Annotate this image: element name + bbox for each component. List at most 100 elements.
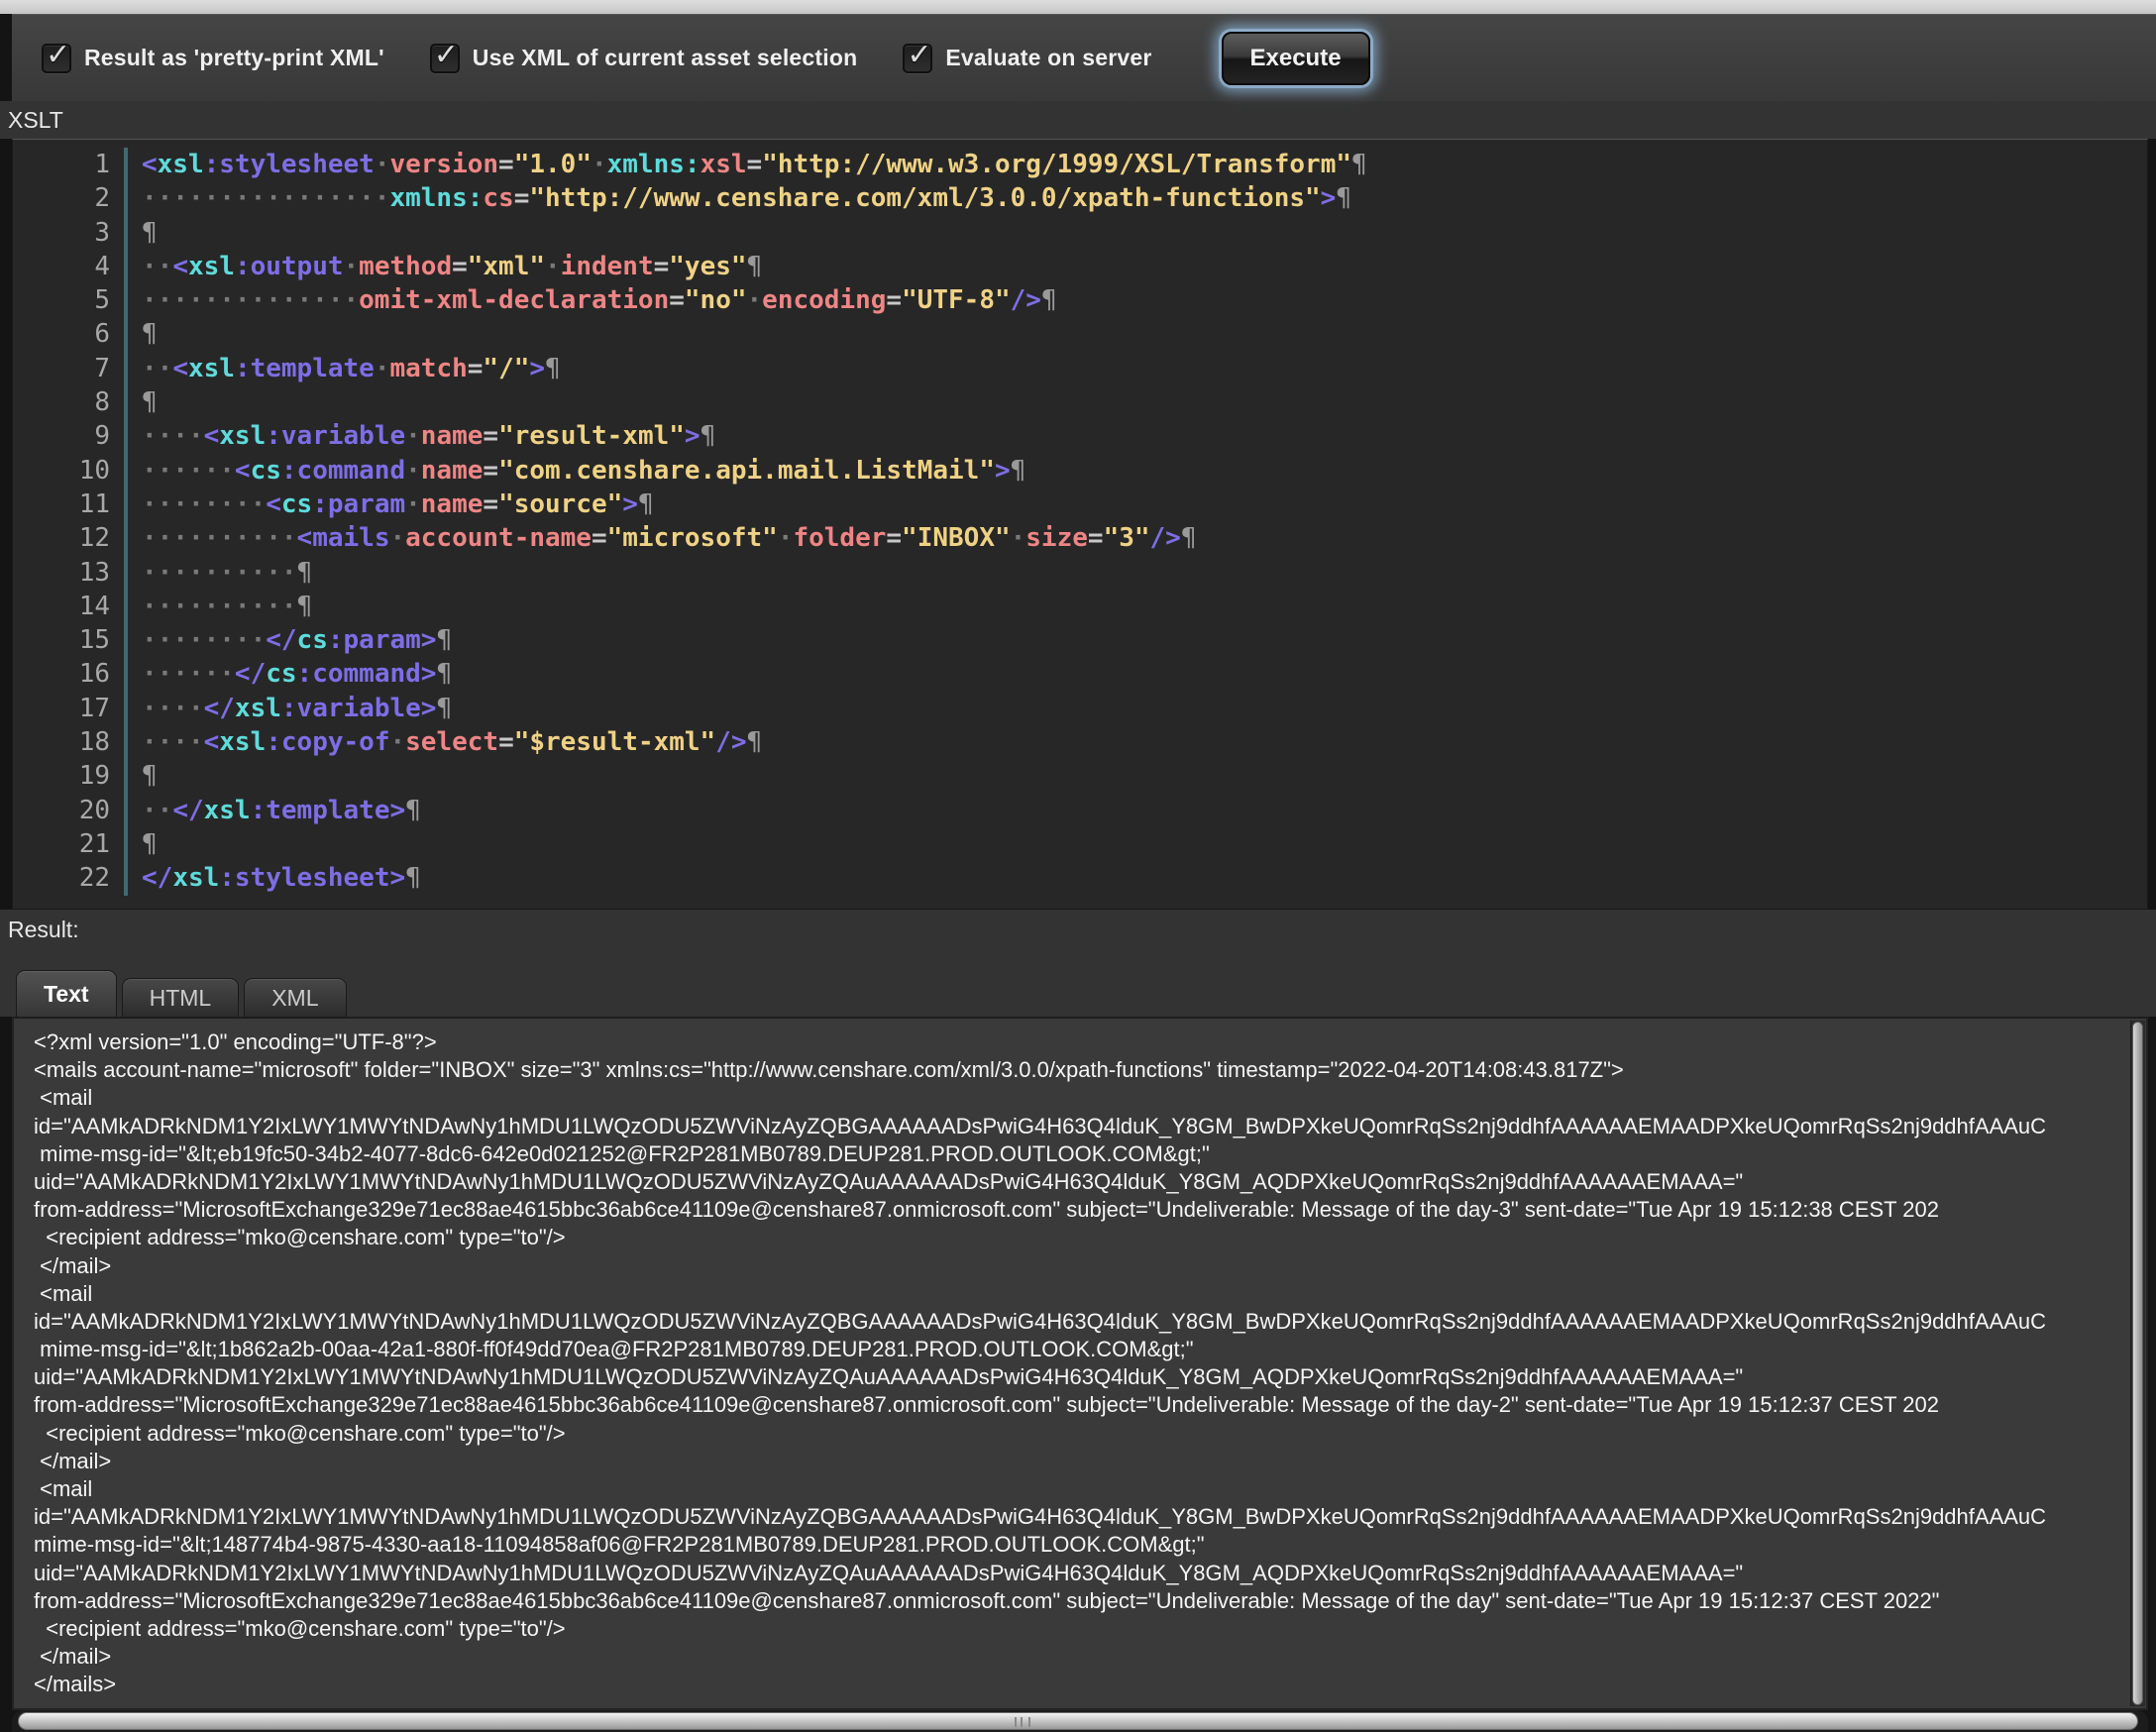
code-line: 16······</cs:command>¶ <box>13 657 2147 691</box>
vertical-scrollbar-thumb[interactable] <box>2132 1022 2143 1705</box>
code-line: 9····<xsl:variable·name="result-xml">¶ <box>13 419 2147 453</box>
line-number: 19 <box>13 759 128 793</box>
checkbox-label: Evaluate on server <box>945 45 1151 71</box>
code-line: 1<xsl:stylesheet·version="1.0"·xmlns:xsl… <box>13 148 2147 181</box>
result-line: <mail <box>34 1280 2146 1308</box>
code-content: ····<xsl:variable·name="result-xml">¶ <box>128 419 715 453</box>
result-label: Result: <box>0 917 79 943</box>
code-editor[interactable]: 1<xsl:stylesheet·version="1.0"·xmlns:xsl… <box>12 139 2148 910</box>
result-line: </mails> <box>34 1671 2146 1698</box>
code-content: ········<cs:param·name="source">¶ <box>128 487 654 521</box>
checkbox-label: Result as 'pretty-print XML' <box>84 45 384 71</box>
result-line: <mail <box>34 1084 2146 1112</box>
result-line: </mail> <box>34 1252 2146 1280</box>
code-line: 11········<cs:param·name="source">¶ <box>13 487 2147 521</box>
code-content: ······<cs:command·name="com.censhare.api… <box>128 454 1025 487</box>
code-line: 22</xsl:stylesheet>¶ <box>13 861 2147 895</box>
code-line: 20··</xsl:template>¶ <box>13 794 2147 827</box>
line-number: 11 <box>13 487 128 521</box>
result-label-row: Result: <box>0 910 2156 971</box>
checkbox-group-use-xml-of-current-asset-selection: ✓ Use XML of current asset selection <box>430 44 858 73</box>
code-content: ··········¶ <box>128 590 312 623</box>
code-content: ····<xsl:copy-of·select="$result-xml"/>¶ <box>128 725 762 759</box>
vertical-scrollbar[interactable] <box>2130 1021 2145 1706</box>
result-line: uid="AAMkADRkNDM1Y2IxLWY1MWYtNDAwNy1hMDU… <box>34 1560 2146 1587</box>
result-line: mime-msg-id="&lt;1b862a2b-00aa-42a1-880f… <box>34 1336 2146 1363</box>
code-line: 6¶ <box>13 317 2147 351</box>
line-number: 18 <box>13 725 128 759</box>
line-number: 12 <box>13 521 128 555</box>
line-number: 3 <box>13 216 128 250</box>
result-line: <mail <box>34 1475 2146 1503</box>
tab-html[interactable]: HTML <box>122 978 240 1017</box>
result-tabs: TextHTMLXML <box>0 971 2156 1017</box>
code-content: </xsl:stylesheet>¶ <box>128 861 421 895</box>
code-content: ········</cs:param>¶ <box>128 623 452 657</box>
line-number: 1 <box>13 148 128 181</box>
code-line: 3¶ <box>13 216 2147 250</box>
code-content: ··········<mails·account-name="microsoft… <box>128 521 1197 555</box>
line-number: 9 <box>13 419 128 453</box>
result-line: mime-msg-id="&lt;148774b4-9875-4330-aa18… <box>34 1531 2146 1559</box>
line-number: 17 <box>13 692 128 725</box>
checkbox-label: Use XML of current asset selection <box>473 45 858 71</box>
code-line: 4··<xsl:output·method="xml"·indent="yes"… <box>13 250 2147 283</box>
code-line: 19¶ <box>13 759 2147 793</box>
tab-xml[interactable]: XML <box>244 978 346 1017</box>
result-line: <recipient address="mko@censhare.com" ty… <box>34 1615 2146 1643</box>
checkbox-use-xml-of-current-asset-selection[interactable]: ✓ <box>430 44 460 73</box>
line-number: 5 <box>13 283 128 317</box>
tab-text[interactable]: Text <box>16 970 117 1017</box>
code-line: 7··<xsl:template·match="/">¶ <box>13 352 2147 385</box>
checkbox-result-as-pretty-print-xml[interactable]: ✓ <box>42 44 71 73</box>
code-line: 10······<cs:command·name="com.censhare.a… <box>13 454 2147 487</box>
result-line: <mails account-name="microsoft" folder="… <box>34 1056 2146 1084</box>
code-content: ······</cs:command>¶ <box>128 657 452 691</box>
code-content: ¶ <box>128 216 158 250</box>
code-line: 17····</xsl:variable>¶ <box>13 692 2147 725</box>
result-panel[interactable]: <?xml version="1.0" encoding="UTF-8"?><m… <box>12 1017 2148 1710</box>
code-line: 13··········¶ <box>13 556 2147 590</box>
horizontal-scrollbar[interactable] <box>12 1710 2148 1732</box>
result-line: id="AAMkADRkNDM1Y2IxLWY1MWYtNDAwNy1hMDU1… <box>34 1308 2146 1336</box>
execute-button[interactable]: Execute <box>1222 32 1370 85</box>
checkbox-group-evaluate-on-server: ✓ Evaluate on server <box>903 44 1151 73</box>
xslt-label-row: XSLT <box>0 101 2156 139</box>
result-line: <?xml version="1.0" encoding="UTF-8"?> <box>34 1028 2146 1056</box>
checkmark-icon: ✓ <box>46 38 70 72</box>
code-line: 15········</cs:param>¶ <box>13 623 2147 657</box>
toolbar-checkboxes: ✓ Result as 'pretty-print XML' ✓ Use XML of… <box>42 44 1198 73</box>
result-line: from-address="MicrosoftExchange329e71ec8… <box>34 1587 2146 1615</box>
horizontal-scrollbar-thumb[interactable] <box>18 1712 2138 1730</box>
result-line: </mail> <box>34 1643 2146 1671</box>
line-number: 6 <box>13 317 128 351</box>
result-line: uid="AAMkADRkNDM1Y2IxLWY1MWYtNDAwNy1hMDU… <box>34 1168 2146 1196</box>
window-top-strip <box>0 0 2156 14</box>
result-line: mime-msg-id="&lt;eb19fc50-34b2-4077-8dc6… <box>34 1140 2146 1168</box>
code-line: 12··········<mails·account-name="microso… <box>13 521 2147 555</box>
code-line: 8¶ <box>13 385 2147 419</box>
toolbar: ✓ Result as 'pretty-print XML' ✓ Use XML of… <box>12 14 2156 101</box>
checkmark-icon: ✓ <box>434 38 459 72</box>
line-number: 7 <box>13 352 128 385</box>
line-number: 13 <box>13 556 128 590</box>
code-line: 18····<xsl:copy-of·select="$result-xml"/… <box>13 725 2147 759</box>
code-content: ¶ <box>128 317 158 351</box>
code-content: ··<xsl:output·method="xml"·indent="yes"¶ <box>128 250 762 283</box>
code-line: 14··········¶ <box>13 590 2147 623</box>
result-line: from-address="MicrosoftExchange329e71ec8… <box>34 1391 2146 1419</box>
code-content: ¶ <box>128 385 158 419</box>
result-line: <recipient address="mko@censhare.com" ty… <box>34 1420 2146 1448</box>
line-number: 10 <box>13 454 128 487</box>
line-number: 4 <box>13 250 128 283</box>
checkbox-group-result-as-pretty-print-xml: ✓ Result as 'pretty-print XML' <box>42 44 384 73</box>
checkbox-evaluate-on-server[interactable]: ✓ <box>903 44 932 73</box>
result-line: id="AAMkADRkNDM1Y2IxLWY1MWYtNDAwNy1hMDU1… <box>34 1113 2146 1140</box>
result-line: from-address="MicrosoftExchange329e71ec8… <box>34 1196 2146 1224</box>
line-number: 22 <box>13 861 128 895</box>
code-content: ················xmlns:cs="http://www.cen… <box>128 181 1351 215</box>
scrollbar-grip <box>1015 1717 1030 1727</box>
code-content: ¶ <box>128 827 158 861</box>
checkmark-icon: ✓ <box>907 38 931 72</box>
line-number: 2 <box>13 181 128 215</box>
